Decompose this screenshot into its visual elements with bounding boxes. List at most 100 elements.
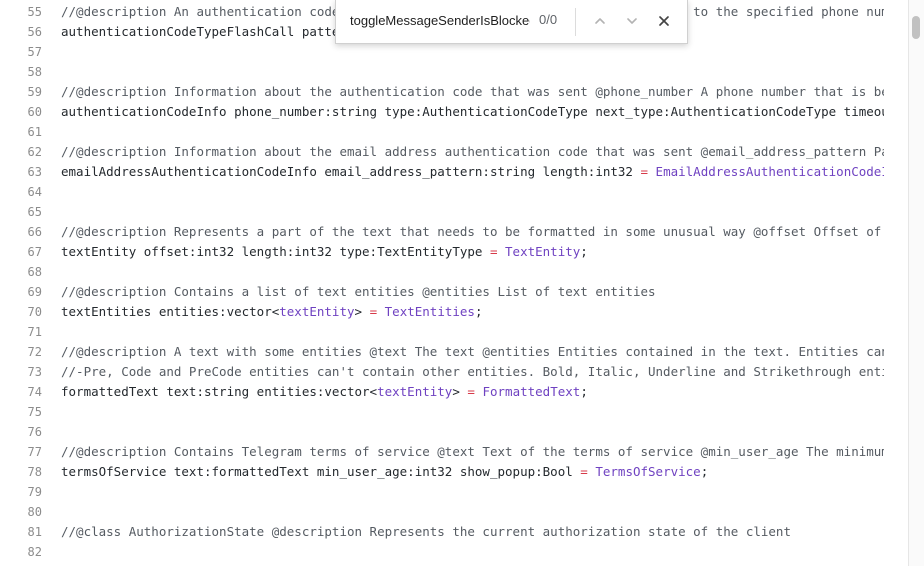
code-line[interactable]: 74 formattedText text:string entities:vec… [0, 382, 908, 402]
code-token: textEntities entities:vector< [61, 304, 280, 319]
line-number: 68 [27, 265, 42, 279]
code-text: termsOfService text:formattedText min_us… [61, 462, 884, 482]
code-line[interactable]: 77 //@description Contains Telegram terms… [0, 442, 908, 462]
code-line[interactable]: 72 //@description A text with some entiti… [0, 342, 908, 362]
code-token: TextEntities [384, 304, 475, 319]
code-token: formattedText text:string entities:vecto… [61, 384, 378, 399]
code-token: > [452, 384, 468, 399]
code-line[interactable]: 71 [0, 322, 908, 342]
code-token: //-Pre, Code and PreCode entities can't … [61, 364, 884, 379]
find-widget: 0/0 [335, 0, 688, 44]
line-number: 62 [27, 145, 42, 159]
find-match-count: 0/0 [539, 12, 558, 27]
line-number: 80 [27, 505, 42, 519]
line-number: 57 [27, 45, 42, 59]
code-token: //@description Information about the ema… [61, 144, 884, 159]
code-token: ; [474, 304, 483, 319]
code-line[interactable]: 63 emailAddressAuthenticationCodeInfo ema… [0, 162, 908, 182]
code-line[interactable]: 61 [0, 122, 908, 142]
code-line[interactable]: 64 [0, 182, 908, 202]
code-editor[interactable]: 55//@description An authentication code … [0, 0, 908, 566]
code-text: //@description Contains a list of text e… [61, 282, 884, 302]
code-text: //@description Represents a part of the … [61, 222, 884, 242]
line-number: 56 [27, 25, 42, 39]
code-text: authenticationCodeInfo phone_number:stri… [61, 102, 884, 122]
code-line[interactable]: 79 [0, 482, 908, 502]
line-number: 63 [27, 165, 42, 179]
previous-match-button[interactable] [588, 10, 612, 32]
code-token: ; [580, 384, 588, 399]
close-icon [659, 16, 669, 26]
code-token: ; [700, 464, 709, 479]
line-number: 64 [27, 185, 42, 199]
code-token: = [369, 304, 378, 319]
code-line[interactable]: 70 textEntities entities:vector<textEntit… [0, 302, 908, 322]
line-number: 61 [27, 125, 42, 139]
line-number: 79 [27, 485, 42, 499]
code-line[interactable]: 81 //@class AuthorizationState @descripti… [0, 522, 908, 542]
code-line[interactable]: 66 //@description Represents a part of th… [0, 222, 908, 242]
line-number: 59 [27, 85, 42, 99]
code-text: //@description A text with some entities… [61, 342, 884, 362]
code-token: //@class AuthorizationState @description… [61, 524, 791, 539]
code-text: //@description Contains Telegram terms o… [61, 442, 884, 462]
code-line[interactable]: 65 [0, 202, 908, 222]
code-token: textEntity [279, 304, 355, 319]
code-line[interactable]: 58 [0, 62, 908, 82]
code-token: //@description Information about the aut… [61, 84, 884, 99]
code-line[interactable]: 73 //-Pre, Code and PreCode entities can'… [0, 362, 908, 382]
chevron-down-icon [627, 18, 637, 24]
line-number: 67 [27, 245, 42, 259]
code-token: TermsOfService [595, 464, 701, 479]
code-line[interactable]: 78 termsOfService text:formattedText min_… [0, 462, 908, 482]
code-line[interactable]: 57 [0, 42, 908, 62]
code-token: > [354, 304, 370, 319]
code-token: = [580, 464, 588, 479]
code-token: //@description Contains a list of text e… [61, 284, 656, 299]
chevron-up-icon [595, 18, 605, 24]
line-number: 66 [27, 225, 42, 239]
code-text: //@description Information about the ema… [61, 142, 884, 162]
code-text: //@description Information about the aut… [61, 82, 884, 102]
code-token: textEntity [377, 384, 453, 399]
code-token: authenticationCodeInfo phone_number:stri… [61, 104, 884, 119]
find-divider [575, 8, 576, 36]
line-number: 78 [27, 465, 42, 479]
code-line[interactable]: 82 [0, 542, 908, 562]
code-line[interactable]: 76 [0, 422, 908, 442]
code-text: emailAddressAuthenticationCodeInfo email… [61, 162, 884, 182]
close-find-button[interactable] [652, 10, 676, 32]
line-number: 81 [27, 525, 42, 539]
code-token: ; [580, 244, 588, 259]
code-line[interactable]: 60 authenticationCodeInfo phone_number:st… [0, 102, 908, 122]
code-token: //@description Represents a part of the … [61, 224, 884, 239]
code-token: TextEntity [505, 244, 581, 259]
line-number: 77 [27, 445, 42, 459]
find-input[interactable] [344, 9, 536, 31]
line-number: 65 [27, 205, 42, 219]
line-number: 72 [27, 345, 42, 359]
code-line[interactable]: 59 //@description Information about the a… [0, 82, 908, 102]
code-line[interactable]: 62 //@description Information about the e… [0, 142, 908, 162]
code-token: //@description A text with some entities… [61, 344, 884, 359]
code-line[interactable]: 75 [0, 402, 908, 422]
vertical-scrollbar[interactable] [908, 0, 924, 566]
line-number: 75 [27, 405, 42, 419]
scrollbar-thumb[interactable] [912, 16, 920, 39]
code-line[interactable]: 69 //@description Contains a list of text… [0, 282, 908, 302]
line-number: 55 [27, 5, 42, 19]
code-line[interactable]: 68 [0, 262, 908, 282]
code-token: = [489, 244, 498, 259]
code-line[interactable]: 80 [0, 502, 908, 522]
next-match-button[interactable] [620, 10, 644, 32]
code-token: EmailAddressAuthenticationCodeInfo [655, 164, 884, 179]
line-number: 71 [27, 325, 42, 339]
line-number: 74 [27, 385, 42, 399]
code-token: textEntity offset:int32 length:int32 typ… [61, 244, 490, 259]
line-number: 82 [27, 545, 42, 559]
code-line[interactable]: 67 textEntity offset:int32 length:int32 t… [0, 242, 908, 262]
code-token: = [640, 164, 649, 179]
